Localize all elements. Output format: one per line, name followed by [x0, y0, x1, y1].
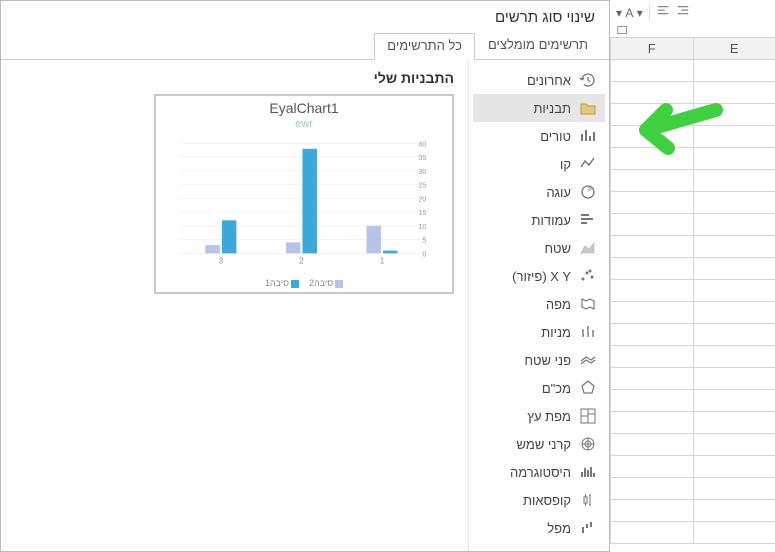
col-header-e[interactable]: E [693, 38, 775, 59]
category-boxwhisker[interactable]: קופסאות [473, 486, 605, 514]
category-label: קרני שמש [517, 437, 571, 452]
align-left-icon[interactable] [656, 4, 670, 21]
category-label: פני שטח [524, 353, 571, 368]
column-icon [579, 127, 597, 145]
category-label: מניות [541, 325, 571, 340]
category-label: קו [560, 157, 571, 172]
line-icon [579, 155, 597, 173]
chart-plot: 0 5 10 15 20 25 30 35 40 1 2 3 [160, 134, 448, 276]
svg-text:0: 0 [422, 249, 426, 258]
dialog-title: שינוי סוג תרשים [1, 1, 609, 32]
dialog-tabs: תרשימים מומלצים כל התרשימים [1, 32, 609, 60]
svg-text:25: 25 [418, 181, 426, 190]
category-label: מכ"ם [542, 381, 571, 396]
svg-text:30: 30 [418, 167, 426, 176]
category-sunburst[interactable]: קרני שמש [473, 430, 605, 458]
treemap-icon [579, 407, 597, 425]
svg-text:2: 2 [299, 257, 304, 266]
chart-legend: סיבה2 סיבה1 [265, 278, 343, 288]
category-map[interactable]: מפה [473, 290, 605, 318]
histogram-icon [579, 463, 597, 481]
font-size-dropdown[interactable]: ▾ A ▾ [616, 6, 643, 20]
template-preview-pane: התבניות שלי EyalChart1 ewr 0 5 10 15 20 25 30 3… [1, 60, 469, 551]
svg-text:40: 40 [418, 139, 426, 148]
category-line[interactable]: קו [473, 150, 605, 178]
ribbon-fragment: ▾ A ▾ [610, 0, 775, 38]
category-waterfall[interactable]: מפל [473, 514, 605, 542]
sunburst-icon [579, 435, 597, 453]
category-radar[interactable]: מכ"ם [473, 374, 605, 402]
category-stock[interactable]: מניות [473, 318, 605, 346]
tab-all-charts[interactable]: כל התרשימים [374, 33, 475, 60]
category-surface[interactable]: פני שטח [473, 346, 605, 374]
template-thumbnail[interactable]: EyalChart1 ewr 0 5 10 15 20 25 30 35 40 1 2 3 סיבה2… [154, 94, 454, 294]
stock-icon [579, 323, 597, 341]
category-label: עמודות [532, 213, 571, 228]
category-histogram[interactable]: היסטוגרמה [473, 458, 605, 486]
category-templates[interactable]: תבניות [473, 94, 605, 122]
svg-text:3: 3 [219, 257, 224, 266]
category-column[interactable]: טורים [473, 122, 605, 150]
category-label: X Y (פיזור) [512, 269, 571, 284]
recent-icon [579, 71, 597, 89]
tab-recommended[interactable]: תרשימים מומלצים [475, 32, 601, 59]
waterfall-icon [579, 519, 597, 537]
chart-category-list: אחרונים תבניות טורים קו עוגה עמודות שטח X Y (פי… [469, 60, 609, 551]
category-pie[interactable]: עוגה [473, 178, 605, 206]
category-area[interactable]: שטח [473, 234, 605, 262]
category-label: מפל [547, 521, 571, 536]
category-label: קופסאות [523, 493, 571, 508]
spreadsheet-grid: E F [610, 38, 775, 552]
category-label: עוגה [546, 185, 571, 200]
map-icon [579, 295, 597, 313]
category-label: אחרונים [527, 73, 571, 88]
category-label: מפה [546, 297, 571, 312]
pie-icon [579, 183, 597, 201]
svg-text:10: 10 [418, 222, 426, 231]
template-name: EyalChart1 [269, 100, 338, 116]
category-label: מפת עץ [527, 409, 571, 424]
category-scatter[interactable]: X Y (פיזור) [473, 262, 605, 290]
folder-icon [579, 99, 597, 117]
svg-text:5: 5 [422, 236, 426, 245]
svg-text:15: 15 [418, 208, 426, 217]
category-bar[interactable]: עמודות [473, 206, 605, 234]
col-header-f[interactable]: F [610, 38, 693, 59]
category-label: תבניות [533, 101, 571, 116]
boxwhisker-icon [579, 491, 597, 509]
radar-icon [579, 379, 597, 397]
scatter-icon [579, 267, 597, 285]
area-icon [579, 239, 597, 257]
align-right-icon[interactable] [676, 4, 690, 21]
category-treemap[interactable]: מפת עץ [473, 402, 605, 430]
category-label: היסטוגרמה [510, 465, 571, 480]
change-chart-type-dialog: שינוי סוג תרשים תרשימים מומלצים כל התרשי… [0, 0, 610, 552]
svg-text:20: 20 [418, 194, 426, 203]
bar-icon [579, 211, 597, 229]
category-recent[interactable]: אחרונים [473, 66, 605, 94]
my-templates-heading: התבניות שלי [15, 70, 454, 86]
category-label: טורים [540, 129, 571, 144]
surface-icon [579, 351, 597, 369]
category-label: שטח [544, 241, 571, 256]
svg-text:35: 35 [418, 153, 426, 162]
svg-text:1: 1 [380, 257, 385, 266]
chart-title: ewr [295, 118, 313, 130]
